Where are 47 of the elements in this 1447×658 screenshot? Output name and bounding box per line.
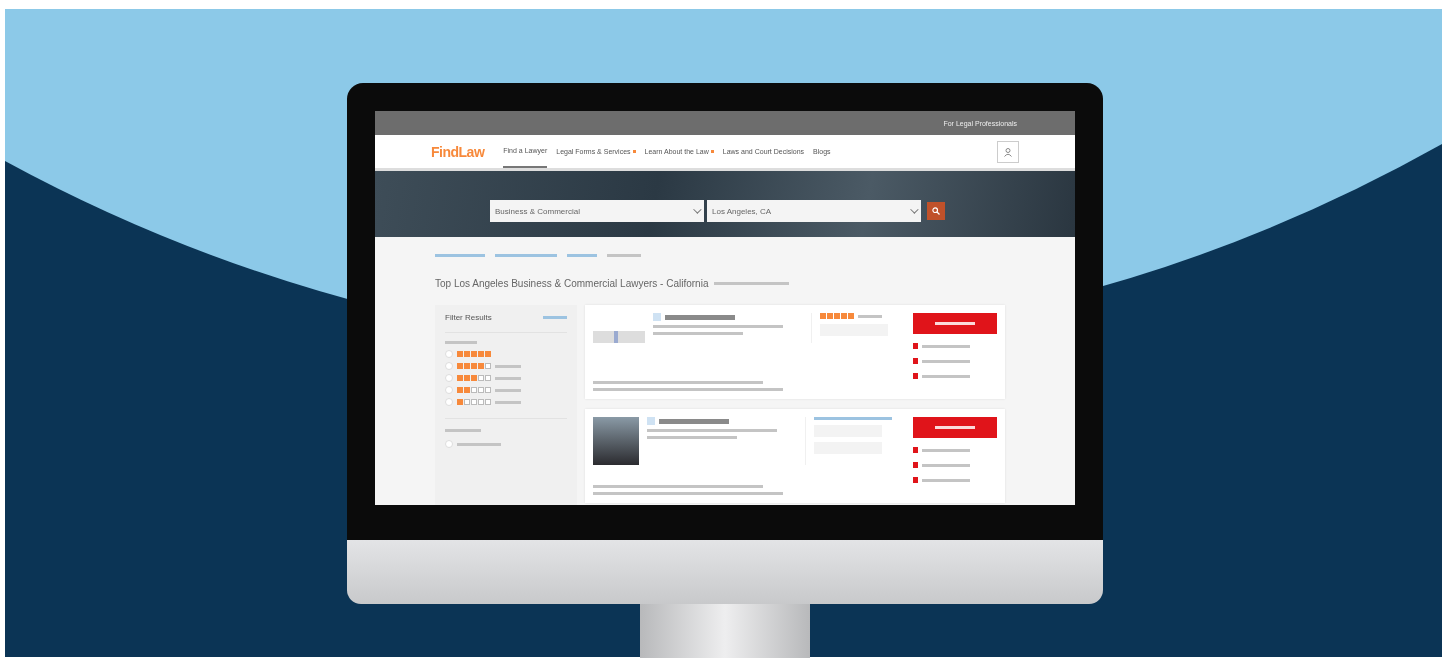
rating-radio[interactable] xyxy=(445,398,453,406)
contact-icon xyxy=(913,373,918,379)
firm-name[interactable] xyxy=(659,418,729,424)
contact-link[interactable] xyxy=(922,478,970,482)
ratings-heading xyxy=(445,341,477,344)
badge-icon xyxy=(647,417,655,425)
rating-radio[interactable] xyxy=(445,362,453,370)
breadcrumb-current xyxy=(607,254,641,257)
review-count xyxy=(858,314,882,318)
user-icon[interactable] xyxy=(997,140,1019,163)
option-label xyxy=(457,442,501,446)
option-radio[interactable] xyxy=(445,440,453,448)
breadcrumb-link[interactable] xyxy=(567,254,597,257)
contact-link[interactable] xyxy=(922,448,970,452)
profile-link[interactable] xyxy=(814,417,892,420)
rating-radio[interactable] xyxy=(445,386,453,394)
filter-subheading xyxy=(445,429,481,432)
breadcrumb-link[interactable] xyxy=(495,254,557,257)
contact-icon xyxy=(913,447,918,453)
rating-label xyxy=(495,400,521,404)
rating-radio[interactable] xyxy=(445,374,453,382)
location-field[interactable]: Los Angeles, CA xyxy=(707,200,921,222)
badge-icon xyxy=(653,313,661,321)
contact-icon xyxy=(913,358,918,364)
contact-button[interactable] xyxy=(913,417,997,438)
search-icon xyxy=(932,207,940,215)
contact-icon xyxy=(913,462,918,468)
contact-link[interactable] xyxy=(922,359,970,363)
contact-link[interactable] xyxy=(922,344,970,348)
rating-label xyxy=(495,376,521,380)
rating-label xyxy=(495,364,521,368)
issue-field[interactable]: Business & Commercial xyxy=(490,200,704,222)
rating-radio[interactable] xyxy=(445,350,453,358)
firm-logo xyxy=(593,331,645,343)
page-title: Top Los Angeles Business & Commercial Lawyers - California xyxy=(435,278,709,289)
breadcrumb-link[interactable] xyxy=(435,254,485,257)
photo-placeholder xyxy=(593,417,639,465)
filter-heading: Filter Results xyxy=(445,313,492,322)
contact-icon xyxy=(913,477,918,483)
contact-icon xyxy=(913,343,918,349)
clear-link[interactable] xyxy=(543,316,567,319)
rating-label xyxy=(495,388,521,392)
search-button[interactable] xyxy=(927,202,945,220)
contact-button[interactable] xyxy=(913,313,997,334)
contact-link[interactable] xyxy=(922,463,970,467)
firm-name[interactable] xyxy=(665,314,735,320)
contact-link[interactable] xyxy=(922,374,970,378)
